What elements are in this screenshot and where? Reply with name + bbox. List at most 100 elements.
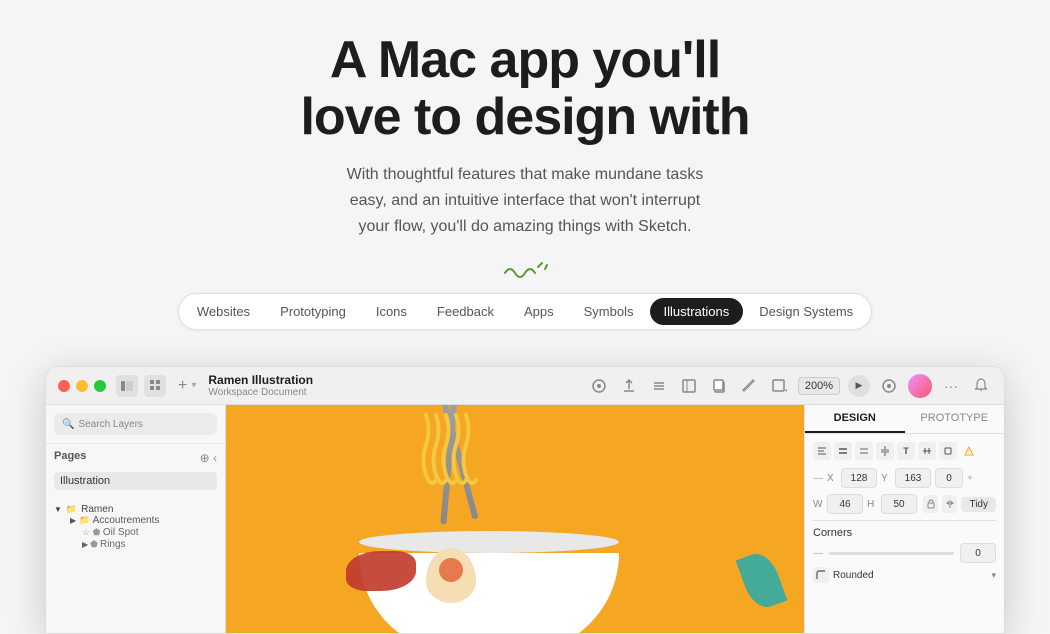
ramen-illustration bbox=[226, 405, 804, 633]
copy-icon[interactable] bbox=[708, 375, 730, 397]
y-input[interactable]: 163 bbox=[895, 468, 931, 488]
doc-subtitle: Workspace Document bbox=[208, 387, 587, 398]
add-button[interactable]: + ▾ bbox=[178, 377, 196, 395]
canvas-area bbox=[226, 405, 804, 633]
distribute-h-icon[interactable] bbox=[876, 442, 894, 460]
titlebar-right: ▾ 200% ▶ ··· bbox=[588, 374, 992, 398]
tab-design[interactable]: DESIGN bbox=[805, 405, 905, 433]
sidebar-search-section: 🔍 Search Layers bbox=[46, 405, 225, 444]
align-left-icon[interactable] bbox=[813, 442, 831, 460]
bowl-rim bbox=[359, 531, 619, 553]
egg-yolk bbox=[439, 558, 463, 582]
upload-icon[interactable] bbox=[618, 375, 640, 397]
w-field: W 46 bbox=[813, 494, 863, 514]
tab-apps[interactable]: Apps bbox=[510, 298, 568, 325]
flip-icon[interactable] bbox=[942, 495, 957, 513]
chevron-down-icon[interactable]: ▾ bbox=[991, 570, 996, 581]
corners-slider[interactable] bbox=[829, 552, 954, 555]
noodles-svg bbox=[406, 410, 496, 490]
search-bar[interactable]: 🔍 Search Layers bbox=[54, 413, 217, 435]
grid-icon[interactable] bbox=[144, 375, 166, 397]
add-page-icon[interactable]: ⊕ ‹ bbox=[200, 451, 217, 465]
pages-label: Pages bbox=[54, 450, 86, 462]
doc-info: Ramen Illustration Workspace Document bbox=[208, 373, 587, 398]
corner-value[interactable]: 0 bbox=[960, 543, 996, 563]
pen-icon[interactable] bbox=[738, 375, 760, 397]
target-icon[interactable] bbox=[588, 375, 610, 397]
w-label: W bbox=[813, 499, 825, 510]
rounded-corner-icon bbox=[813, 567, 829, 583]
transform-icon[interactable]: ▾ bbox=[768, 375, 790, 397]
close-button[interactable] bbox=[58, 380, 70, 392]
layer-group-label: Ramen bbox=[81, 504, 113, 515]
titlebar-icons bbox=[116, 375, 166, 397]
layer-group-ramen[interactable]: ▼ 📁 Ramen bbox=[54, 504, 217, 515]
more-icon[interactable]: ··· bbox=[940, 375, 962, 397]
align-icons-row: T ! bbox=[813, 442, 996, 460]
slider-min-icon: — bbox=[813, 548, 823, 559]
rounded-row: Rounded ▾ bbox=[813, 567, 996, 583]
y-label: Y bbox=[881, 473, 893, 484]
xy-row: — X 128 Y 163 0 + bbox=[813, 468, 996, 488]
corners-label: Corners bbox=[813, 527, 996, 539]
layer-sub-group[interactable]: ▶ 📁 Accoutrements bbox=[54, 515, 217, 526]
layers-icon[interactable] bbox=[648, 375, 670, 397]
tidy-button[interactable]: Tidy bbox=[961, 497, 996, 512]
align-center-icon[interactable] bbox=[834, 442, 852, 460]
x-field: X 128 bbox=[827, 468, 877, 488]
garnish-leaf bbox=[736, 549, 788, 613]
x-label: X bbox=[827, 473, 839, 484]
search-placeholder: Search Layers bbox=[78, 419, 142, 430]
share-icon[interactable] bbox=[878, 375, 900, 397]
sidebar-toggle-icon[interactable] bbox=[116, 375, 138, 397]
tab-symbols[interactable]: Symbols bbox=[570, 298, 648, 325]
layer-item-rings[interactable]: ▶ ⬟ Rings bbox=[54, 539, 217, 550]
pages-section: Pages ⊕ ‹ Illustration bbox=[46, 444, 225, 498]
tab-feedback[interactable]: Feedback bbox=[423, 298, 508, 325]
folder-icon: 📁 bbox=[66, 504, 77, 515]
doc-title: Ramen Illustration bbox=[208, 373, 587, 387]
h-field: H 50 bbox=[867, 494, 917, 514]
svg-text:!: ! bbox=[968, 450, 969, 456]
align-right-icon[interactable] bbox=[855, 442, 873, 460]
minimize-button[interactable] bbox=[76, 380, 88, 392]
x-input[interactable]: 128 bbox=[841, 468, 877, 488]
h-label: H bbox=[867, 499, 879, 510]
hero-section: A Mac app you'll love to design with Wit… bbox=[0, 0, 1050, 366]
tab-illustrations[interactable]: Illustrations bbox=[650, 298, 744, 325]
rounded-label: Rounded bbox=[833, 570, 987, 581]
zoom-selector[interactable]: 200% bbox=[798, 377, 840, 395]
lock-ratio-icon[interactable] bbox=[923, 495, 938, 513]
rotation-input[interactable]: 0 bbox=[935, 468, 963, 488]
search-icon: 🔍 bbox=[62, 419, 74, 430]
resize-icon[interactable] bbox=[678, 375, 700, 397]
chevron-down-icon: ▼ bbox=[54, 505, 62, 514]
w-input[interactable]: 46 bbox=[827, 494, 863, 514]
tabs-container: Websites Prototyping Icons Feedback Apps… bbox=[20, 293, 1030, 330]
padding-icon[interactable] bbox=[939, 442, 957, 460]
tab-bar: Websites Prototyping Icons Feedback Apps… bbox=[178, 293, 872, 330]
egg bbox=[426, 548, 476, 603]
tab-icons[interactable]: Icons bbox=[362, 298, 421, 325]
titlebar: + ▾ Ramen Illustration Workspace Documen… bbox=[46, 367, 1004, 405]
tab-prototype[interactable]: PROTOTYPE bbox=[905, 405, 1005, 433]
layer-item-oil-spot[interactable]: ☆ ⬟ Oil Spot bbox=[54, 527, 217, 538]
layers-section: ▼ 📁 Ramen ▶ 📁 Accoutrements ☆ ⬟ Oil Spot bbox=[46, 498, 225, 557]
page-item-illustration[interactable]: Illustration bbox=[54, 472, 217, 490]
maximize-button[interactable] bbox=[94, 380, 106, 392]
tab-websites[interactable]: Websites bbox=[183, 298, 264, 325]
spacing-icon[interactable] bbox=[918, 442, 936, 460]
tab-design-systems[interactable]: Design Systems bbox=[745, 298, 867, 325]
y-field: Y 163 bbox=[881, 468, 931, 488]
bell-icon[interactable] bbox=[970, 375, 992, 397]
tab-prototyping[interactable]: Prototyping bbox=[266, 298, 360, 325]
hero-title: A Mac app you'll love to design with bbox=[20, 32, 1030, 146]
sidebar: 🔍 Search Layers Pages ⊕ ‹ Illustration ▼… bbox=[46, 405, 226, 633]
h-input[interactable]: 50 bbox=[881, 494, 917, 514]
dash-icon: — bbox=[813, 473, 823, 484]
svg-text:▾: ▾ bbox=[785, 388, 787, 394]
meat bbox=[346, 551, 416, 591]
play-button[interactable]: ▶ bbox=[848, 375, 870, 397]
text-icon[interactable]: T bbox=[897, 442, 915, 460]
squiggle-decoration bbox=[20, 259, 1030, 279]
